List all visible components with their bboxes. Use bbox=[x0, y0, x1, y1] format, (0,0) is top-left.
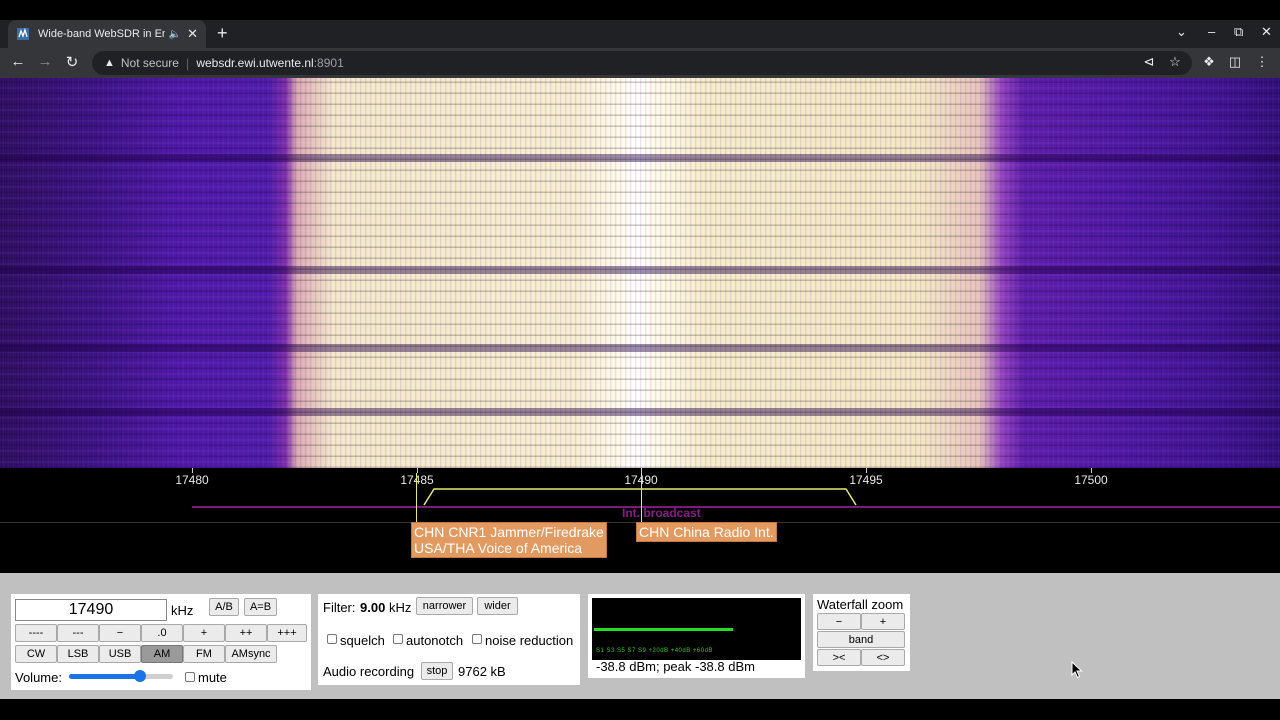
mode-lsb-button[interactable]: LSB bbox=[57, 645, 99, 663]
zoom-band-button[interactable]: band bbox=[817, 631, 905, 648]
forward-icon[interactable]: → bbox=[35, 53, 55, 70]
waterfall-fade-band bbox=[0, 344, 1280, 352]
waterfall-zoom-title: Waterfall zoom bbox=[817, 597, 904, 612]
signal-meter-display: S1 S3 S5 S7 S9 +20dB +40dB +60dB bbox=[592, 598, 801, 660]
step-up-medium-button[interactable]: ++ bbox=[225, 624, 267, 642]
browser-tab[interactable]: Wide-band WebSDR in Ensch 🔈 ✕ bbox=[8, 20, 206, 48]
autonotch-checkbox[interactable] bbox=[393, 634, 403, 644]
station-label-right[interactable]: CHN China Radio Int. bbox=[636, 522, 777, 542]
tab-search-chevron-icon[interactable]: ⌄ bbox=[1176, 24, 1187, 40]
filter-width-value: 9.00 bbox=[360, 600, 386, 615]
extensions-puzzle-icon[interactable]: ❖ bbox=[1200, 54, 1218, 70]
step-down-large-button[interactable]: ---- bbox=[15, 624, 57, 642]
url-separator: | bbox=[185, 55, 190, 71]
volume-slider-thumb[interactable] bbox=[133, 670, 146, 682]
tuned-frequency-marker bbox=[641, 473, 642, 523]
station-name: CHN China Radio Int. bbox=[639, 524, 774, 540]
zoom-in-button[interactable]: + bbox=[861, 613, 905, 630]
zoom-out-button[interactable]: − bbox=[817, 613, 861, 630]
waterfall-fade-band bbox=[0, 154, 1280, 162]
a-equals-b-button[interactable]: A=B bbox=[244, 598, 277, 616]
squelch-checkbox[interactable] bbox=[327, 634, 337, 644]
audio-playing-icon[interactable]: 🔈 bbox=[169, 29, 181, 40]
close-tab-icon[interactable]: ✕ bbox=[187, 26, 198, 42]
step-up-small-button[interactable]: + bbox=[183, 624, 225, 642]
mode-usb-button[interactable]: USB bbox=[99, 645, 141, 663]
side-panel-icon[interactable]: ◫ bbox=[1226, 54, 1244, 70]
url-port: :8901 bbox=[313, 56, 344, 70]
mode-cw-button[interactable]: CW bbox=[15, 645, 57, 663]
control-area: 17490 kHz A/B A=B ---- --- − .0 + ++ +++… bbox=[0, 573, 1280, 699]
recording-size: 9762 kB bbox=[458, 664, 506, 679]
signal-meter-panel: S1 S3 S5 S7 S9 +20dB +40dB +60dB -38.8 d… bbox=[588, 594, 805, 678]
screen-bottom-bar bbox=[0, 699, 1280, 720]
reload-icon[interactable]: ↻ bbox=[62, 53, 82, 71]
mouse-pointer-icon bbox=[1071, 661, 1083, 679]
stop-recording-button[interactable]: stop bbox=[421, 662, 453, 680]
security-label: Not secure bbox=[120, 56, 179, 70]
waterfall-display[interactable] bbox=[0, 78, 1280, 468]
signal-meter-scale: S1 S3 S5 S7 S9 +20dB +40dB +60dB bbox=[596, 648, 713, 654]
filter-narrower-button[interactable]: narrower bbox=[416, 597, 473, 615]
squelch-label: squelch bbox=[340, 633, 385, 648]
browser-toolbar: ← → ↻ ▲ Not secure | websdr.ewi.utwente.… bbox=[0, 48, 1280, 78]
zoom-wide-button[interactable]: <> bbox=[861, 649, 905, 666]
ab-button[interactable]: A/B bbox=[209, 598, 239, 616]
signal-level-text: -38.8 dBm; peak -38.8 dBm bbox=[596, 659, 755, 674]
filter-wider-button[interactable]: wider bbox=[477, 597, 518, 615]
minimize-icon[interactable]: – bbox=[1208, 24, 1215, 39]
tab-title: Wide-band WebSDR in Ensch bbox=[38, 28, 165, 40]
autonotch-label: autonotch bbox=[406, 633, 464, 648]
band-range-line bbox=[192, 506, 1280, 508]
station-label-left[interactable]: CHN CNR1 Jammer/Firedrake USA/THA Voice … bbox=[411, 522, 607, 558]
mode-amsync-button[interactable]: AMsync bbox=[225, 645, 277, 663]
close-window-icon[interactable]: ✕ bbox=[1261, 24, 1272, 40]
tuning-panel: 17490 kHz A/B A=B ---- --- − .0 + ++ +++… bbox=[11, 594, 311, 690]
band-label: Int. broadcast bbox=[622, 506, 701, 520]
filter-width-unit: kHz bbox=[389, 600, 412, 615]
waterfall-fade-band bbox=[0, 266, 1280, 274]
station-name: CHN CNR1 Jammer/Firedrake bbox=[414, 524, 604, 540]
zoom-narrow-button[interactable]: >< bbox=[817, 649, 861, 666]
mute-checkbox[interactable] bbox=[185, 672, 195, 682]
mute-label: mute bbox=[198, 670, 227, 685]
new-tab-icon[interactable]: + bbox=[217, 23, 228, 44]
screen-top-bar bbox=[0, 0, 1280, 20]
filter-panel: Filter: 9.00 kHz narrower wider squelch … bbox=[318, 594, 580, 685]
frequency-input[interactable]: 17490 bbox=[15, 599, 167, 621]
noise-reduction-label: noise reduction bbox=[485, 633, 574, 648]
station-name: USA/THA Voice of America bbox=[414, 540, 583, 556]
address-bar[interactable]: ▲ Not secure | websdr.ewi.utwente.nl :89… bbox=[92, 51, 1192, 75]
websdr-favicon-icon bbox=[16, 27, 30, 41]
step-up-large-button[interactable]: +++ bbox=[267, 624, 307, 642]
noise-reduction-checkbox[interactable] bbox=[472, 634, 482, 644]
audio-recording-label: Audio recording bbox=[323, 664, 415, 679]
tab-strip: Wide-band WebSDR in Ensch 🔈 ✕ + ⌄ – ⧉ ✕ bbox=[0, 20, 1280, 48]
menu-kebab-icon[interactable]: ⋮ bbox=[1253, 54, 1271, 70]
frequency-scale[interactable]: 17480 17485 17490 17495 17500 Int. broad… bbox=[0, 468, 1280, 573]
step-down-small-button[interactable]: − bbox=[99, 624, 141, 642]
restore-icon[interactable]: ⧉ bbox=[1234, 24, 1243, 40]
mode-am-button[interactable]: AM bbox=[141, 645, 183, 663]
not-secure-warning-icon[interactable]: ▲ bbox=[104, 57, 115, 69]
signal-level-bar bbox=[594, 628, 734, 631]
back-icon[interactable]: ← bbox=[8, 53, 28, 70]
step-down-medium-button[interactable]: --- bbox=[57, 624, 99, 642]
round-frequency-button[interactable]: .0 bbox=[141, 624, 183, 642]
volume-label: Volume: bbox=[15, 670, 62, 685]
url-host: websdr.ewi.utwente.nl bbox=[196, 56, 314, 70]
bookmark-star-icon[interactable]: ☆ bbox=[1166, 54, 1184, 70]
volume-slider-fill bbox=[69, 674, 140, 679]
mode-fm-button[interactable]: FM bbox=[183, 645, 225, 663]
share-icon[interactable]: ⊲ bbox=[1140, 54, 1158, 70]
station-marker bbox=[416, 473, 417, 523]
waterfall-fade-band bbox=[0, 408, 1280, 416]
frequency-unit: kHz bbox=[171, 603, 194, 618]
waterfall-zoom-panel: Waterfall zoom − + band >< <> bbox=[813, 594, 910, 671]
filter-label: Filter: bbox=[323, 600, 356, 615]
